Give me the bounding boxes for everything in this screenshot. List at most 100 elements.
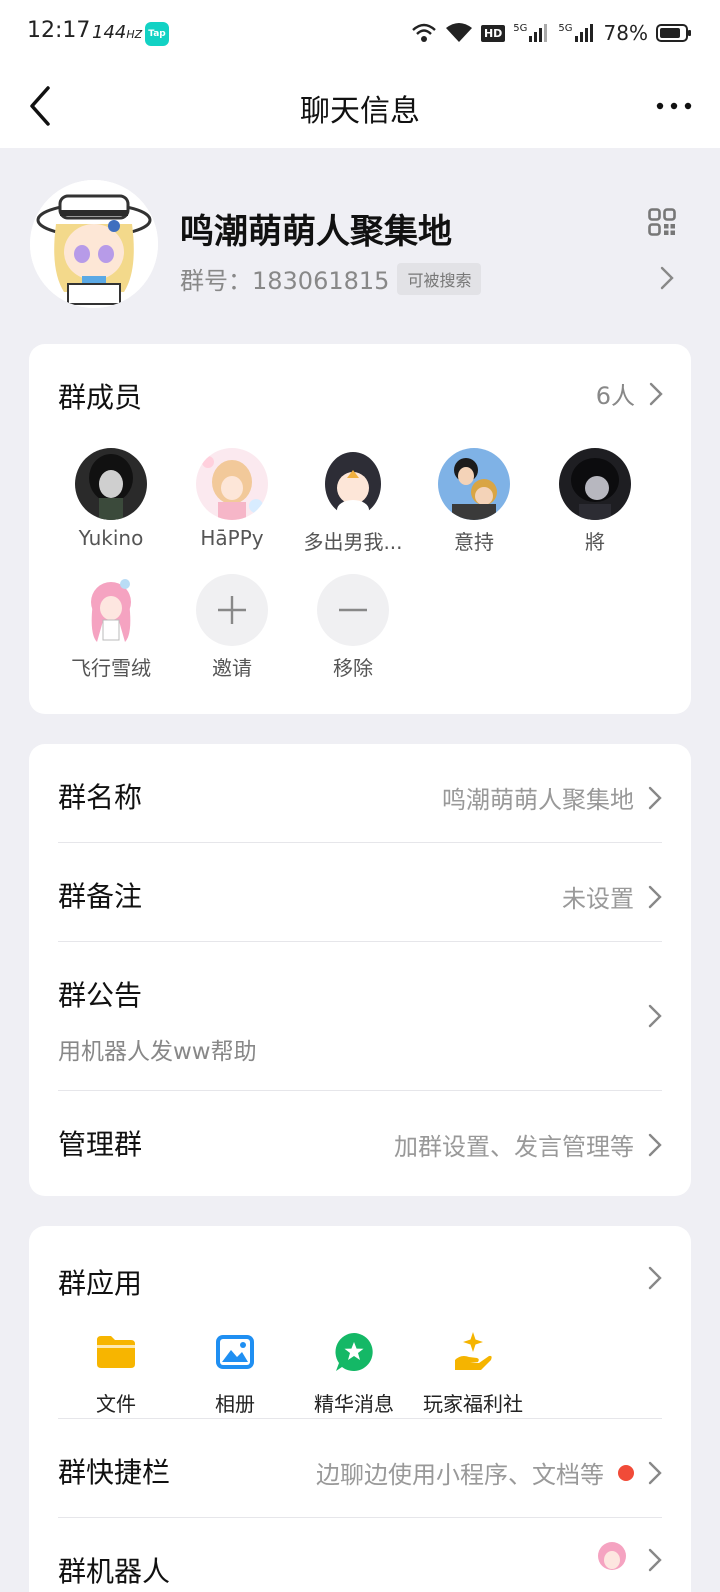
group-name-row[interactable]: 群名称 鸣潮萌萌人聚集地 (58, 744, 662, 842)
app-label: 文件 (96, 1392, 136, 1416)
quick-bar-value: 边聊边使用小程序、文档等 (316, 1461, 604, 1489)
members-title: 群成员 (58, 381, 143, 414)
group-robot-label: 群机器人 (58, 1555, 171, 1588)
refresh-unit: HZ (126, 28, 143, 41)
member-avatar (438, 448, 510, 520)
group-id-label: 群号：183061815 (180, 261, 389, 296)
group-notice-chevron-wrap (648, 1004, 662, 1028)
status-icons: HD 5G 5G 78% (411, 18, 692, 48)
app-label: 相册 (215, 1392, 255, 1416)
searchable-badge: 可被搜索 (397, 262, 482, 295)
member-avatar (75, 574, 147, 646)
app-label: 精华消息 (314, 1392, 394, 1416)
group-notice-row[interactable]: 群公告 用机器人发ww帮助 (58, 942, 662, 1090)
group-apps-title: 群应用 (58, 1267, 143, 1300)
group-name: 鸣潮萌萌人聚集地 (180, 212, 452, 252)
chevron-right-icon (648, 1266, 662, 1290)
remove-button[interactable]: 移除 (291, 574, 415, 681)
group-id-prefix: 群号： (180, 267, 252, 295)
signal-5g-2: 5G (558, 23, 595, 43)
group-robot-value-wrap (590, 1538, 662, 1582)
member-item[interactable]: 飞行雪绒 (49, 574, 173, 681)
star-chat-icon (335, 1333, 373, 1371)
group-name-label: 群名称 (58, 781, 143, 814)
member-avatar (559, 448, 631, 520)
quick-bar-label: 群快捷栏 (58, 1456, 171, 1489)
group-id-value: 183061815 (252, 267, 390, 295)
member-name: 多出男我... (303, 530, 403, 554)
group-remark-row[interactable]: 群备注 未设置 (58, 843, 662, 941)
wifi-icon (445, 23, 472, 42)
invite-label: 邀请 (212, 656, 252, 680)
group-robot-row[interactable]: 群机器人 (58, 1518, 662, 1592)
manage-group-value-wrap: 加群设置、发言管理等 (394, 1127, 662, 1162)
plus-icon (196, 574, 268, 646)
manage-group-label: 管理群 (58, 1128, 143, 1161)
photo-icon (216, 1335, 254, 1369)
group-remark-value-wrap: 未设置 (562, 879, 662, 914)
app-essence-messages[interactable]: 精华消息 (299, 1330, 409, 1417)
group-id-row: 群号：183061815 可被搜索 (180, 261, 482, 296)
member-name: 飞行雪绒 (71, 656, 151, 680)
member-item[interactable]: 多出男我... (291, 448, 415, 555)
member-item[interactable]: ΗāPPy (170, 448, 294, 550)
member-avatar (317, 448, 389, 520)
remove-label: 移除 (333, 656, 373, 680)
chevron-right-icon (660, 266, 674, 290)
group-profile[interactable]: 鸣潮萌萌人聚集地 群号：183061815 可被搜索 (0, 148, 720, 338)
group-apps-row[interactable]: 群应用 (58, 1226, 662, 1316)
group-remark-label: 群备注 (58, 880, 143, 913)
members-count[interactable]: 6人 (596, 376, 663, 411)
member-name: ΗāPPy (200, 526, 264, 550)
member-name: 意持 (454, 530, 494, 554)
more-icon[interactable] (654, 86, 694, 126)
refresh-rate: 144HZ (92, 22, 142, 43)
chevron-right-icon (648, 1004, 662, 1028)
group-remark-value: 未设置 (562, 885, 634, 913)
refresh-value: 144 (92, 22, 127, 43)
app-label: 玩家福利社 (423, 1392, 523, 1416)
manage-group-row[interactable]: 管理群 加群设置、发言管理等 (58, 1091, 662, 1191)
app-files[interactable]: 文件 (61, 1330, 171, 1417)
folder-icon (97, 1336, 135, 1368)
members-count-value: 6人 (595, 382, 635, 410)
member-item[interactable]: 將 (533, 448, 657, 555)
chevron-right-icon (648, 1461, 662, 1484)
robot-avatar (590, 1538, 634, 1582)
group-apps-chevron-wrap (648, 1266, 662, 1290)
net-label-1: 5G (513, 23, 528, 34)
battery-percent: 78% (603, 21, 648, 45)
minus-icon (317, 574, 389, 646)
chevron-right-icon (649, 382, 663, 405)
page-title: 聊天信息 (300, 94, 420, 129)
app-album[interactable]: 相册 (180, 1330, 290, 1417)
member-name: 將 (585, 530, 605, 554)
group-avatar[interactable] (30, 180, 158, 308)
hd-badge: HD (480, 24, 506, 42)
chevron-right-icon (648, 786, 662, 809)
invite-button[interactable]: 邀请 (170, 574, 294, 681)
qr-code-icon[interactable] (648, 208, 676, 236)
gift-hand-icon (455, 1332, 492, 1370)
group-name-value-wrap: 鸣潮萌萌人聚集地 (442, 780, 662, 815)
manage-group-value: 加群设置、发言管理等 (394, 1133, 634, 1161)
group-notice-label: 群公告 (58, 979, 143, 1012)
quick-bar-value-wrap: 边聊边使用小程序、文档等 (316, 1455, 662, 1490)
signal-5g-1: 5G (513, 23, 550, 43)
group-apps-card: 群应用 文件 相册 精华消息 玩家福利社 群快捷栏 边聊边使用小程序、文档等 群… (29, 1226, 691, 1592)
chevron-right-icon (648, 1133, 662, 1156)
app-player-welfare[interactable]: 玩家福利社 (418, 1330, 528, 1417)
battery-icon (656, 24, 691, 42)
chevron-right-icon (648, 1548, 662, 1572)
member-avatar (196, 448, 268, 520)
group-settings-card: 群名称 鸣潮萌萌人聚集地 群备注 未设置 群公告 用机器人发ww帮助 管理群 加… (29, 744, 691, 1196)
member-item[interactable]: Yukino (49, 448, 173, 550)
quick-bar-row[interactable]: 群快捷栏 边聊边使用小程序、文档等 (58, 1419, 662, 1517)
member-item[interactable]: 意持 (412, 448, 536, 555)
member-avatar (75, 448, 147, 520)
member-name: Yukino (78, 526, 144, 550)
group-notice-preview: 用机器人发ww帮助 (58, 1039, 257, 1065)
status-bar: 12:17 144HZ Tap HD 5G 5G 78% (0, 0, 720, 66)
chevron-right-icon (648, 885, 662, 908)
group-name-value: 鸣潮萌萌人聚集地 (442, 786, 634, 814)
